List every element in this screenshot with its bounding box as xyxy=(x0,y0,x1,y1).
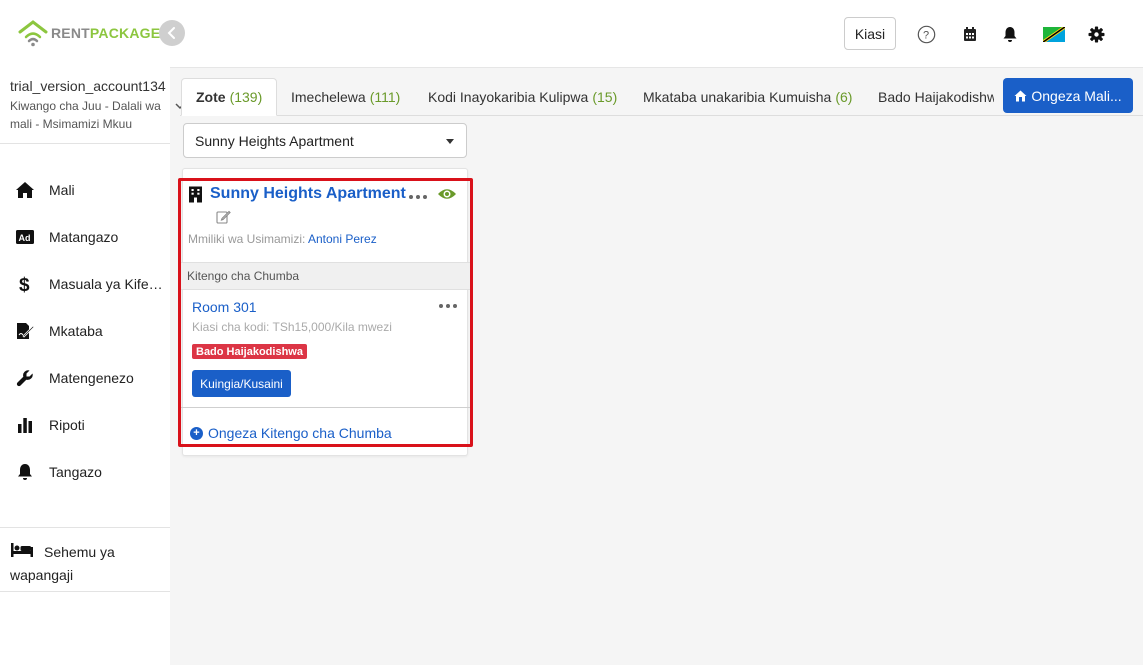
sidebar-item-label: Matangazo xyxy=(49,229,119,245)
property-title[interactable]: Sunny Heights Apartment xyxy=(188,185,406,203)
plus-circle-icon: + xyxy=(190,426,203,440)
tab-label: Mkataba unakaribia Kumuisha xyxy=(643,89,832,105)
settings-gear-icon[interactable] xyxy=(1086,24,1106,44)
kiasi-button[interactable]: Kiasi xyxy=(844,17,896,50)
filter-tabs: Zote (139) Imechelewa (111) Kodi Inayokari… xyxy=(170,68,1143,116)
add-property-label: Ongeza Mali... xyxy=(1031,87,1122,104)
room-divider xyxy=(181,407,470,408)
tab-mkataba-unakaribia[interactable]: Mkataba unakaribia Kumuisha (6) xyxy=(643,78,852,116)
sidebar-item-label: Mkataba xyxy=(49,323,103,339)
caret-down-icon xyxy=(446,139,454,144)
tab-count: (111) xyxy=(369,89,401,105)
sidebar-divider xyxy=(0,527,170,528)
sidebar-item-label: Masuala ya Kifedha xyxy=(49,276,169,292)
tab-count: (15) xyxy=(592,89,618,105)
sidebar-item-matengenezo[interactable]: Matengenezo xyxy=(14,366,170,390)
room-rent-amount: Kiasi cha kodi: TSh15,000/Kila mwezi xyxy=(192,320,392,334)
sidebar-item-finance[interactable]: $ Masuala ya Kifedha xyxy=(14,272,170,296)
wrench-icon xyxy=(14,368,36,388)
app-logo[interactable]: RENTPACKAGE xyxy=(18,18,160,48)
sidebar-divider xyxy=(0,591,170,592)
tab-count: (139) xyxy=(229,89,263,105)
contract-icon xyxy=(14,321,36,341)
sidebar-item-label: Mali xyxy=(49,182,75,198)
sidebar-item-label: Tangazo xyxy=(49,464,102,480)
dollar-icon: $ xyxy=(14,274,36,294)
sidebar: RENTPACKAGE trial_version_account134 Kiw… xyxy=(0,0,170,665)
notification-bell-icon[interactable] xyxy=(1000,24,1020,44)
tab-bado-haijakodishwa[interactable]: Bado Haijakodishwa xyxy=(878,78,994,116)
room-name[interactable]: Room 301 xyxy=(192,299,257,315)
help-icon[interactable]: ? xyxy=(916,24,936,44)
management-owner: Mmiliki wa Usimamizi: Antoni Perez xyxy=(188,232,377,246)
tanzania-flag-icon[interactable] xyxy=(1043,24,1065,44)
svg-text:$: $ xyxy=(19,275,30,294)
sidebar-item-mali[interactable]: Mali xyxy=(14,178,170,202)
logo-house-wifi-icon xyxy=(18,19,48,47)
owner-name[interactable]: Antoni Perez xyxy=(308,232,377,246)
tab-label: Zote xyxy=(196,89,226,105)
room-unit-section-header: Kitengo cha Chumba xyxy=(181,262,470,290)
logo-text: RENTPACKAGE xyxy=(51,25,161,41)
bar-chart-icon xyxy=(14,415,36,435)
sidebar-item-tangazo[interactable]: Tangazo xyxy=(14,460,170,484)
sidebar-item-matangazo[interactable]: Ad Matangazo xyxy=(14,225,170,249)
bell-icon xyxy=(14,462,36,482)
property-select[interactable]: Sunny Heights Apartment xyxy=(183,123,467,158)
sidebar-item-mkataba[interactable]: Mkataba xyxy=(14,319,170,343)
calendar-icon[interactable] xyxy=(960,24,980,44)
sidebar-collapse-button[interactable] xyxy=(159,20,185,46)
check-in-sign-button[interactable]: Kuingia/Kusaini xyxy=(192,370,291,397)
chevron-left-icon xyxy=(167,27,175,39)
svg-text:?: ? xyxy=(923,29,929,41)
tenant-section-link[interactable]: Sehemu ya wapangaji xyxy=(10,541,160,586)
sidebar-divider xyxy=(0,143,170,144)
property-more-options-icon[interactable] xyxy=(409,195,427,199)
house-icon xyxy=(1014,90,1027,101)
building-icon xyxy=(189,186,202,202)
top-bar: Kiasi ? xyxy=(170,0,1143,68)
add-room-unit-label: Ongeza Kitengo cha Chumba xyxy=(208,425,392,441)
tab-count: (6) xyxy=(835,89,853,105)
sidebar-item-label: Matengenezo xyxy=(49,370,134,386)
home-icon xyxy=(14,180,36,200)
sidebar-item-ripoti[interactable]: Ripoti xyxy=(14,413,170,437)
bed-icon xyxy=(10,542,34,564)
account-info: trial_version_account134 Kiwango cha Juu… xyxy=(10,78,168,133)
tab-imechelewa[interactable]: Imechelewa (111) xyxy=(291,78,400,116)
property-select-value: Sunny Heights Apartment xyxy=(195,132,354,149)
sidebar-item-label: Ripoti xyxy=(49,417,85,433)
tab-zote[interactable]: Zote (139) xyxy=(181,78,278,116)
owner-label: Mmiliki wa Usimamizi: xyxy=(188,232,306,246)
account-name: trial_version_account134 xyxy=(10,78,166,94)
svg-text:Ad: Ad xyxy=(19,233,31,243)
tab-label: Bado Haijakodishwa xyxy=(878,89,994,105)
add-room-unit-link[interactable]: + Ongeza Kitengo cha Chumba xyxy=(190,425,392,441)
tab-label: Imechelewa xyxy=(291,89,366,105)
edit-icon[interactable] xyxy=(216,209,231,227)
add-property-button[interactable]: Ongeza Mali... xyxy=(1003,78,1133,113)
tab-kodi-inayokaribia[interactable]: Kodi Inayokaribia Kulipwa (15) xyxy=(428,78,617,116)
tab-label: Kodi Inayokaribia Kulipwa xyxy=(428,89,589,105)
ad-icon: Ad xyxy=(14,227,36,247)
property-name: Sunny Heights Apartment xyxy=(210,185,406,202)
status-badge: Bado Haijakodishwa xyxy=(192,344,307,359)
account-role: Kiwango cha Juu - Dalali wa mali - Msima… xyxy=(10,99,161,131)
view-eye-icon[interactable] xyxy=(437,187,457,204)
room-more-options-icon[interactable] xyxy=(439,304,457,308)
